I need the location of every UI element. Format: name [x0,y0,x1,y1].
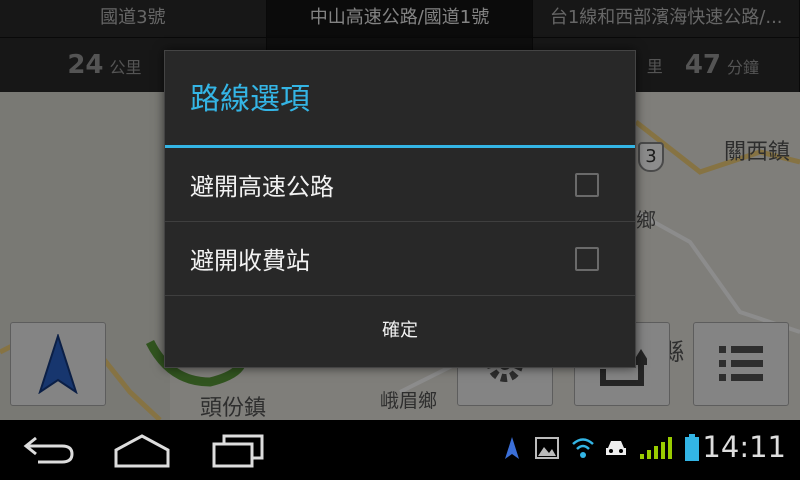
recent-apps-icon[interactable] [212,432,264,468]
image-icon [535,437,559,459]
option-label: 避開高速公路 [190,173,334,201]
avoid-tolls-checkbox[interactable] [575,246,599,271]
system-bar: 14:11 [0,420,800,480]
option-avoid-tolls[interactable]: 避開收費站 [165,222,635,296]
battery-icon [685,434,699,461]
option-avoid-highways[interactable]: 避開高速公路 [165,148,635,222]
wifi-icon [572,438,594,458]
dialog-title: 路線選項 [165,51,635,148]
signal-strength-icon [640,437,672,459]
confirm-button[interactable]: 確定 [165,296,635,366]
route-options-dialog: 路線選項 避開高速公路 避開收費站 確定 [164,50,636,368]
status-clock: 14:11 [702,430,786,464]
home-icon[interactable] [114,432,170,468]
car-mode-icon [606,441,626,455]
avoid-highways-checkbox[interactable] [575,172,599,197]
back-icon[interactable] [22,432,76,468]
navigation-status-icon [505,437,519,459]
option-label: 避開收費站 [190,247,310,275]
